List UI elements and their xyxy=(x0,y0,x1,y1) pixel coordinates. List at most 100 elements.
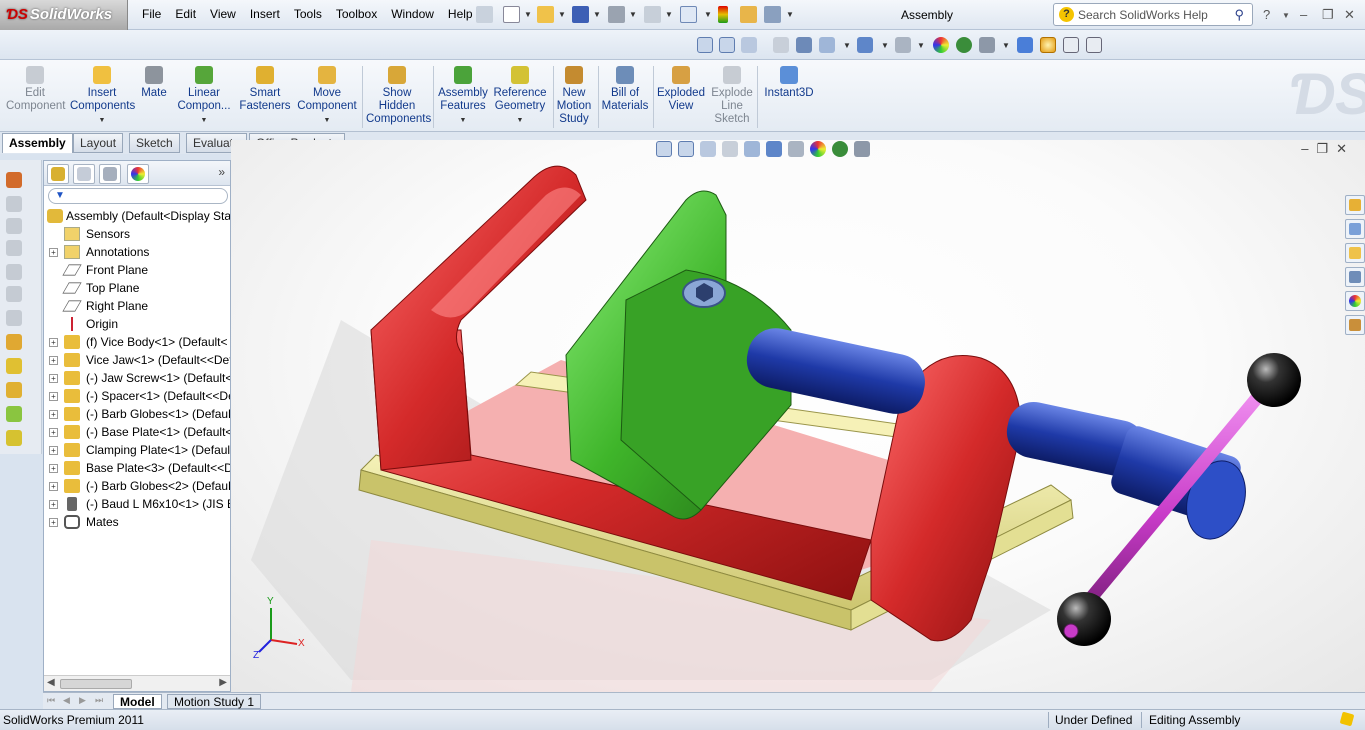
move-component-dropdown-icon[interactable]: ▼ xyxy=(296,114,358,127)
tree-item-baud-screw[interactable]: + (-) Baud L M6x10<1> (JIS B xyxy=(44,495,230,513)
linear-component-pattern-button[interactable]: Linear Compon... ▼ xyxy=(174,66,234,127)
tab-property-manager[interactable] xyxy=(73,164,95,184)
close-icon[interactable]: ✕ xyxy=(1344,7,1355,23)
tree-item-sensors[interactable]: Sensors xyxy=(44,225,230,243)
tree-item-mates[interactable]: + Mates xyxy=(44,513,230,531)
exploded-view-button[interactable]: Exploded View xyxy=(656,66,706,113)
expand-icon[interactable]: + xyxy=(49,248,58,257)
tree-item-barb-globes-1[interactable]: + (-) Barb Globes<1> (Default xyxy=(44,405,230,423)
menu-insert[interactable]: Insert xyxy=(243,7,287,21)
view-orientation-dropdown-icon[interactable]: ▼ xyxy=(843,41,851,50)
show-hidden-components-button[interactable]: Show Hidden Components xyxy=(366,66,431,126)
first-tab-icon[interactable]: ⏮ xyxy=(47,695,55,706)
search-icon[interactable]: ⚲ xyxy=(1234,7,1244,23)
tree-root-assembly[interactable]: Assembly (Default<Display Sta xyxy=(44,207,230,225)
expand-icon[interactable]: + xyxy=(49,464,58,473)
menu-file[interactable]: File xyxy=(135,7,168,21)
new-motion-study-button[interactable]: New Motion Study xyxy=(556,66,592,126)
menu-edit[interactable]: Edit xyxy=(168,7,203,21)
tree-item-clamping-plate[interactable]: + Clamping Plate<1> (Defaul xyxy=(44,441,230,459)
undo-icon[interactable] xyxy=(644,6,661,23)
new-dropdown-icon[interactable]: ▼ xyxy=(524,10,532,19)
instant3d-button[interactable]: Instant3D xyxy=(762,66,816,100)
expand-panel-icon[interactable]: » xyxy=(218,165,225,179)
cut-icon[interactable] xyxy=(6,264,22,280)
expand-icon[interactable]: + xyxy=(49,482,58,491)
help-icon[interactable]: ? xyxy=(1263,7,1270,22)
tree-item-spacer[interactable]: + (-) Spacer<1> (Default<<De xyxy=(44,387,230,405)
print-dropdown-icon[interactable]: ▼ xyxy=(629,10,637,19)
tree-item-jaw-screw[interactable]: + (-) Jaw Screw<1> (Default< xyxy=(44,369,230,387)
expand-icon[interactable]: + xyxy=(49,392,58,401)
print-icon[interactable] xyxy=(608,6,625,23)
rebuild-icon[interactable] xyxy=(718,6,728,23)
expand-icon[interactable]: + xyxy=(49,338,58,347)
task-pane-home[interactable] xyxy=(1345,195,1365,215)
tree-item-right-plane[interactable]: Right Plane xyxy=(44,297,230,315)
zoom-to-fit-icon[interactable] xyxy=(697,37,713,53)
tree-item-annotations[interactable]: + Annotations xyxy=(44,243,230,261)
move-component-button[interactable]: Move Component ▼ xyxy=(296,66,358,127)
tab-assembly[interactable]: Assembly xyxy=(2,133,73,153)
bill-of-materials-button[interactable]: Bill of Materials xyxy=(601,66,649,113)
last-tab-icon[interactable]: ⏭ xyxy=(95,695,103,706)
assembly-features-button[interactable]: Assembly Features ▼ xyxy=(437,66,489,127)
task-pane-file-explorer[interactable] xyxy=(1345,267,1365,287)
save-dropdown-icon[interactable]: ▼ xyxy=(593,10,601,19)
shadows-icon[interactable] xyxy=(1063,37,1079,53)
ambient-occlusion-icon[interactable] xyxy=(1086,37,1102,53)
pin-icon[interactable] xyxy=(476,6,493,23)
feature-filter-input[interactable]: ▼ xyxy=(48,188,228,204)
tree-item-vice-jaw[interactable]: + Vice Jaw<1> (Default<<Def xyxy=(44,351,230,369)
scroll-thumb[interactable] xyxy=(60,679,132,689)
tab-layout[interactable]: Layout xyxy=(73,133,124,153)
tree-item-top-plane[interactable]: Top Plane xyxy=(44,279,230,297)
expand-icon[interactable]: + xyxy=(49,446,58,455)
dynamic-annotation-icon[interactable] xyxy=(796,37,812,53)
expand-icon[interactable]: + xyxy=(49,374,58,383)
vice-assembly-model[interactable] xyxy=(231,140,1365,692)
next-tab-icon[interactable]: ▶ xyxy=(79,695,86,706)
task-pane-custom-properties[interactable] xyxy=(1345,315,1365,335)
insert-components-button[interactable]: Insert Components ▼ xyxy=(70,66,135,127)
tree-item-base-plate-3[interactable]: + Base Plate<3> (Default<<D xyxy=(44,459,230,477)
quick-tips-icon[interactable] xyxy=(1339,711,1355,727)
hide-show-dropdown-icon[interactable]: ▼ xyxy=(917,41,925,50)
help-search-input[interactable]: ? Search SolidWorks Help ⚲ xyxy=(1053,3,1253,26)
chamfer-icon[interactable] xyxy=(6,310,22,326)
point-tool-icon[interactable] xyxy=(6,382,22,398)
menu-view[interactable]: View xyxy=(203,7,243,21)
expand-icon[interactable]: + xyxy=(49,356,58,365)
tree-item-origin[interactable]: Origin xyxy=(44,315,230,333)
task-pane-appearances[interactable] xyxy=(1345,291,1365,311)
menu-toolbox[interactable]: Toolbox xyxy=(329,7,384,21)
display-style-dropdown-icon[interactable]: ▼ xyxy=(881,41,889,50)
select-icon[interactable] xyxy=(680,6,697,23)
previous-view-icon[interactable] xyxy=(741,37,757,53)
explode-line-sketch-button[interactable]: Explode Line Sketch xyxy=(710,66,754,126)
smart-fasteners-button[interactable]: Smart Fasteners xyxy=(238,66,292,113)
scroll-right-icon[interactable]: ▶ xyxy=(219,677,227,688)
tab-sketch[interactable]: Sketch xyxy=(129,133,180,153)
section-view-icon[interactable] xyxy=(773,37,789,53)
help-dropdown-icon[interactable]: ▼ xyxy=(1282,11,1290,20)
menu-help[interactable]: Help xyxy=(441,7,480,21)
open-dropdown-icon[interactable]: ▼ xyxy=(558,10,566,19)
file-properties-icon[interactable] xyxy=(740,6,757,23)
solidworks-logo[interactable]: ƊS SolidWorks xyxy=(0,0,128,30)
save-icon[interactable] xyxy=(572,6,589,23)
tree-item-base-plate-1[interactable]: + (-) Base Plate<1> (Default< xyxy=(44,423,230,441)
reference-geometry-dropdown-icon[interactable]: ▼ xyxy=(492,114,548,127)
tab-feature-manager[interactable] xyxy=(47,164,69,184)
task-pane-design-library[interactable] xyxy=(1345,243,1365,263)
realview-icon[interactable] xyxy=(1040,37,1056,53)
undo-dropdown-icon[interactable]: ▼ xyxy=(665,10,673,19)
insert-components-dropdown-icon[interactable]: ▼ xyxy=(70,114,134,127)
reference-tool-icon[interactable] xyxy=(6,430,22,446)
minimize-icon[interactable]: – xyxy=(1300,7,1307,22)
tab-configuration-manager[interactable] xyxy=(99,164,121,184)
plane-tool-icon[interactable] xyxy=(6,334,22,350)
reference-geometry-button[interactable]: Reference Geometry ▼ xyxy=(492,66,548,127)
edit-appearance-icon[interactable] xyxy=(933,37,949,53)
tab-display-manager[interactable] xyxy=(127,164,149,184)
